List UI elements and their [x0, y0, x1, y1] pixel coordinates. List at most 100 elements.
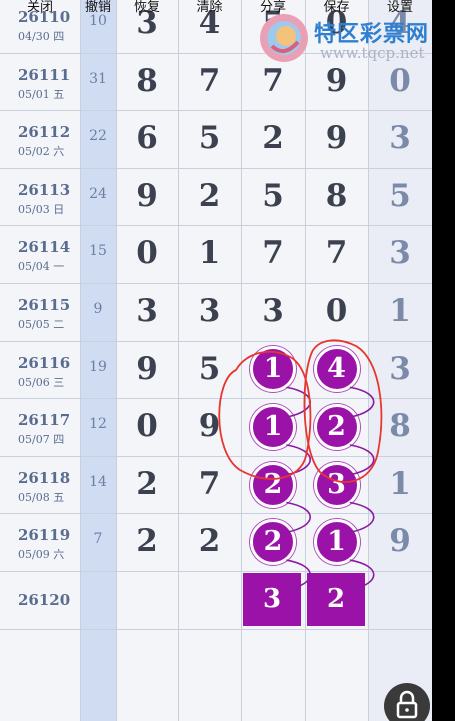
- issue-number: 26117: [18, 411, 71, 430]
- miss-count: 24: [89, 185, 107, 202]
- issue-date: 05/05 二: [18, 318, 65, 331]
- digit-cell: 9: [136, 177, 158, 214]
- digit-cell: 9: [325, 62, 348, 99]
- digit-cell: 3: [136, 293, 158, 329]
- watermark: 特区彩票网 www.tqcp.net: [258, 12, 432, 67]
- screen-edge: [432, 0, 455, 721]
- issue-date: 05/03 日: [18, 202, 65, 216]
- digit-cell: 9: [198, 408, 221, 445]
- undo-button[interactable]: 撤销: [80, 0, 116, 16]
- digit-cell: 9: [136, 350, 158, 387]
- digit-cell: 3: [389, 350, 411, 387]
- digit-cell: 0: [136, 235, 158, 272]
- miss-count: 22: [89, 128, 107, 145]
- issue-cell: 26120: [0, 571, 80, 629]
- digit-cell: 8: [389, 408, 411, 445]
- miss-count: 7: [93, 531, 103, 548]
- digit-cell: 2: [198, 177, 221, 214]
- digit-cell: 3: [198, 293, 221, 329]
- lock-button[interactable]: [384, 683, 430, 721]
- issue-date: 05/07 四: [18, 433, 65, 447]
- digit-cell: 3: [389, 235, 411, 272]
- app-screen: 2611004/30 四10345042611105/01 五318779026…: [0, 0, 432, 721]
- issue-date: 04/30 四: [18, 30, 65, 43]
- digit-cell: 7: [198, 465, 221, 502]
- digit-cell: 5: [262, 177, 284, 214]
- issue-number: 26111: [18, 65, 71, 84]
- issue-cell: 26117 05/07 四: [0, 398, 80, 456]
- digit-cell: 2: [136, 465, 158, 502]
- digit-cell: 8: [325, 177, 348, 214]
- digit-cell: 7: [325, 235, 348, 272]
- miss-count: 9: [93, 301, 103, 317]
- digit-cell: 5: [198, 350, 221, 387]
- digit-cell: 0: [136, 408, 158, 445]
- issue-cell: 26113 05/03 日: [0, 168, 80, 226]
- number-ball[interactable]: 2: [250, 461, 296, 508]
- issue-date: 05/06 三: [18, 375, 65, 389]
- issue-number: 26116: [18, 353, 71, 372]
- digit-cell: 7: [198, 62, 221, 99]
- digit-cell: 2: [198, 523, 221, 560]
- grid-vline: [305, 0, 306, 721]
- issue-cell: 26115 05/05 二: [0, 283, 80, 341]
- issue-cell: 26112 05/02 六: [0, 110, 80, 168]
- clear-button[interactable]: 清除: [178, 0, 241, 16]
- watermark-logo-icon: [260, 14, 308, 62]
- number-ball[interactable]: 1: [250, 346, 296, 393]
- number-ball[interactable]: 1: [313, 519, 360, 566]
- number-ball[interactable]: 2: [250, 519, 296, 566]
- issue-number: 26118: [18, 468, 71, 487]
- issue-number: 26112: [18, 123, 71, 142]
- top-toolbar: 关闭 撤销 恢复 清除 分享 保存 设置: [0, 0, 432, 16]
- trend-grid: 2611004/30 四10345042611105/01 五318779026…: [0, 0, 432, 721]
- digit-cell: 0: [389, 62, 411, 99]
- issue-cell: 26111 05/01 五: [0, 53, 80, 111]
- issue-date: 05/09 六: [18, 548, 65, 562]
- issue-cell: 26116 05/06 三: [0, 341, 80, 399]
- digit-cell: 0: [325, 293, 348, 329]
- watermark-url: www.tqcp.net: [320, 44, 425, 62]
- digit-cell: 2: [262, 120, 284, 157]
- digit-cell: 3: [389, 120, 411, 157]
- issue-number: 26115: [18, 296, 71, 314]
- digit-cell: 9: [325, 120, 348, 157]
- issue-number: 26120: [18, 591, 71, 609]
- digit-cell: 7: [262, 235, 284, 272]
- number-ball[interactable]: 2: [313, 404, 360, 450]
- miss-count: 15: [89, 243, 107, 260]
- issue-cell: 26114 05/04 一: [0, 225, 80, 283]
- miss-count: 12: [89, 416, 107, 433]
- close-button[interactable]: 关闭: [0, 0, 80, 16]
- restore-button[interactable]: 恢复: [116, 0, 178, 16]
- issue-date: 05/08 五: [18, 490, 65, 504]
- digit-cell: 6: [136, 120, 158, 157]
- issue-number: 26113: [18, 180, 71, 199]
- digit-cell: 1: [389, 293, 411, 329]
- issue-date: 05/02 六: [18, 145, 65, 159]
- issue-cell: 26118 05/08 五: [0, 456, 80, 514]
- prediction-box[interactable]: 2: [307, 573, 365, 626]
- digit-cell: 3: [262, 293, 284, 329]
- grid-vline: [241, 0, 242, 721]
- miss-count: 14: [89, 473, 107, 490]
- issue-number: 26119: [18, 526, 71, 545]
- digit-cell: 9: [389, 523, 411, 560]
- settings-button[interactable]: 设置: [368, 0, 432, 16]
- number-ball[interactable]: 1: [250, 404, 296, 450]
- lock-icon: [396, 690, 418, 719]
- save-button[interactable]: 保存: [305, 0, 368, 16]
- digit-cell: 5: [198, 120, 221, 157]
- number-ball[interactable]: 3: [313, 461, 360, 508]
- share-button[interactable]: 分享: [241, 0, 305, 16]
- issue-number: 26114: [18, 238, 71, 257]
- issue-cell: 26119 05/09 六: [0, 513, 80, 571]
- digit-cell: 7: [262, 62, 284, 99]
- grid-hline: [0, 628, 432, 630]
- issue-date: 05/04 一: [18, 260, 65, 274]
- digit-cell: 1: [389, 465, 411, 502]
- issue-date: 05/01 五: [18, 87, 65, 101]
- number-ball[interactable]: 4: [313, 346, 360, 393]
- digit-cell: 5: [389, 177, 411, 214]
- prediction-box[interactable]: 3: [243, 573, 301, 626]
